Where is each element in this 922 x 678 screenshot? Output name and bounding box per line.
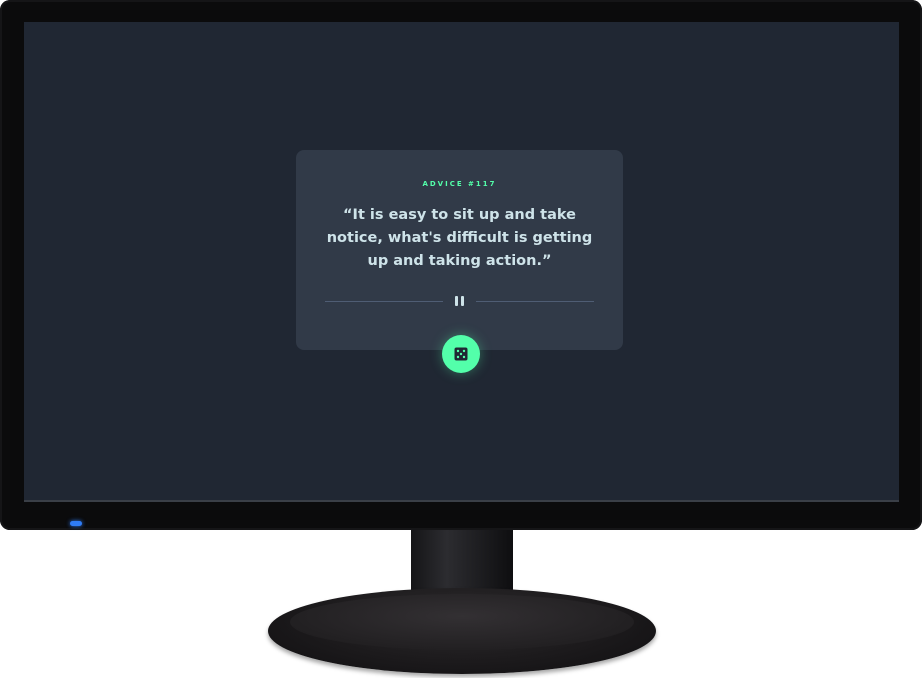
divider-line-left [325,301,443,302]
pause-icon [453,296,466,306]
card-divider [325,294,594,308]
dice-icon [454,347,468,361]
new-advice-button[interactable] [442,335,480,373]
monitor-screen: ADVICE #117 “It is easy to sit up and ta… [24,22,899,502]
divider-line-right [476,301,594,302]
screen-bottom-edge [24,500,899,502]
power-indicator-light [70,521,82,526]
monitor-stand-base-top [290,594,634,650]
monitor-bezel: ADVICE #117 “It is easy to sit up and ta… [0,0,922,530]
advice-card: ADVICE #117 “It is easy to sit up and ta… [296,150,623,350]
advice-id-label: ADVICE #117 [422,180,497,188]
advice-quote: “It is easy to sit up and take notice, w… [326,207,593,269]
monitor-mockup: ADVICE #117 “It is easy to sit up and ta… [0,0,922,678]
